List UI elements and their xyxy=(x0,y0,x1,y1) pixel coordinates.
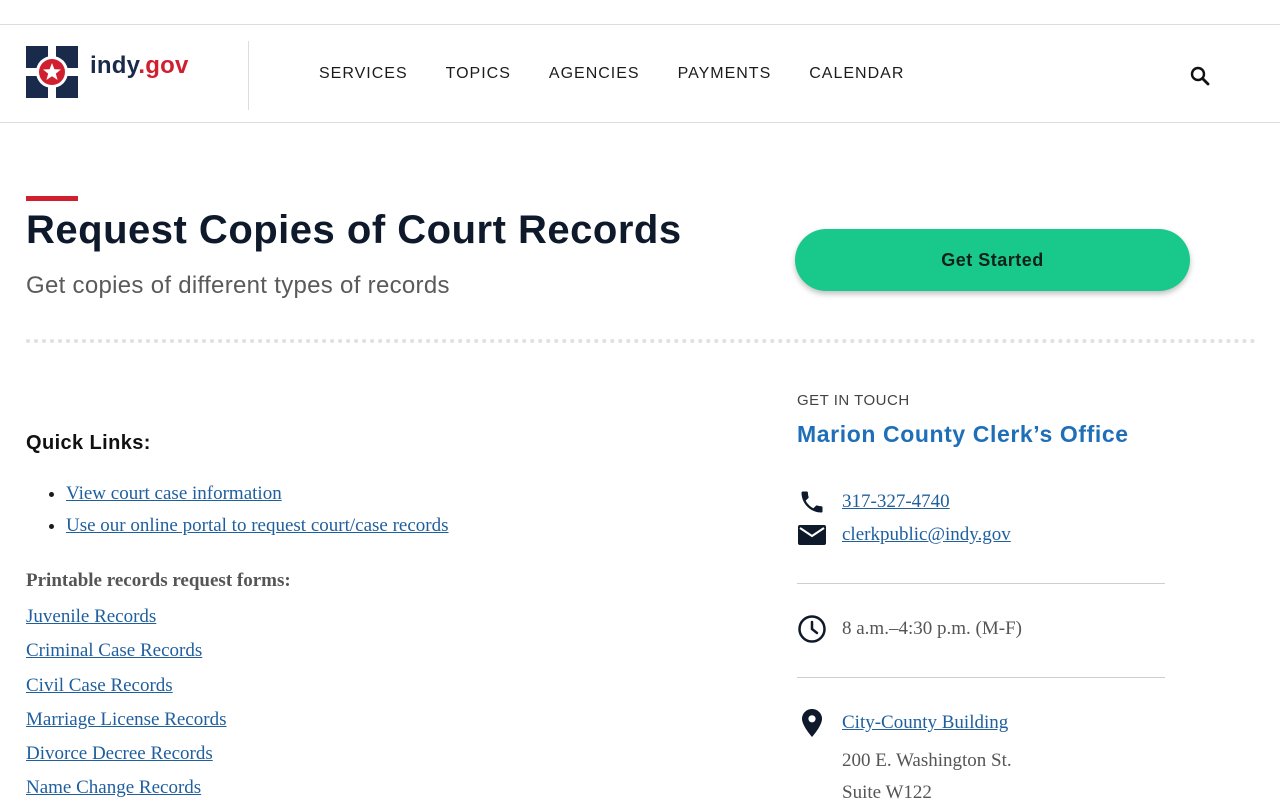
hours-text: 8 a.m.–4:30 p.m. (M-F) xyxy=(842,618,1022,639)
contact-divider xyxy=(797,583,1165,584)
search-icon[interactable] xyxy=(1188,64,1212,88)
location-row: City-County Building xyxy=(797,708,1008,738)
list-item: View court case information xyxy=(66,483,449,505)
nav-services[interactable]: SERVICES xyxy=(319,65,408,83)
phone-row: 317-327-4740 xyxy=(797,487,950,517)
page-title: Request Copies of Court Records xyxy=(26,208,682,252)
site-brand[interactable]: indy.gov xyxy=(90,52,189,80)
contact-divider xyxy=(797,677,1165,678)
address-line-1: 200 E. Washington St. xyxy=(842,750,1012,771)
email-link[interactable]: clerkpublic@indy.gov xyxy=(842,524,1011,546)
page-subtitle: Get copies of different types of records xyxy=(26,272,450,299)
form-link-name-change[interactable]: Name Change Records xyxy=(26,775,226,809)
address-line-2: Suite W122 xyxy=(842,782,932,803)
forms-title: Printable records request forms: xyxy=(26,570,291,591)
list-item: Use our online portal to request court/c… xyxy=(66,515,449,537)
forms-list: Juvenile Records Criminal Case Records C… xyxy=(26,604,226,810)
location-link[interactable]: City-County Building xyxy=(842,712,1008,734)
nav-calendar[interactable]: CALENDAR xyxy=(809,65,904,83)
quick-links-title: Quick Links: xyxy=(26,432,151,454)
phone-icon xyxy=(797,487,827,517)
get-in-touch-label: GET IN TOUCH xyxy=(797,392,910,409)
nav-topics[interactable]: TOPICS xyxy=(446,65,511,83)
site-header: indy.gov SERVICES TOPICS AGENCIES PAYMEN… xyxy=(0,25,1280,123)
title-accent-bar xyxy=(26,196,78,201)
form-link-divorce[interactable]: Divorce Decree Records xyxy=(26,741,226,775)
nav-agencies[interactable]: AGENCIES xyxy=(549,65,640,83)
dotted-divider xyxy=(26,339,1256,343)
clock-icon xyxy=(797,614,827,644)
quick-links-list: View court case information Use our onli… xyxy=(26,483,449,547)
form-link-juvenile[interactable]: Juvenile Records xyxy=(26,604,226,638)
email-icon xyxy=(797,520,827,550)
form-link-criminal[interactable]: Criminal Case Records xyxy=(26,638,226,672)
form-link-civil[interactable]: Civil Case Records xyxy=(26,673,226,707)
get-started-button[interactable]: Get Started xyxy=(795,229,1190,291)
indy-logo-icon[interactable] xyxy=(26,46,78,98)
email-row: clerkpublic@indy.gov xyxy=(797,520,1011,550)
nav-payments[interactable]: PAYMENTS xyxy=(678,65,772,83)
header-divider xyxy=(248,41,249,110)
online-portal-link[interactable]: Use our online portal to request court/c… xyxy=(66,515,449,536)
top-strip xyxy=(0,0,1280,25)
location-pin-icon xyxy=(797,708,827,738)
main-nav: SERVICES TOPICS AGENCIES PAYMENTS CALEND… xyxy=(319,25,904,122)
view-court-case-link[interactable]: View court case information xyxy=(66,483,282,504)
hours-row: 8 a.m.–4:30 p.m. (M-F) xyxy=(797,614,1022,644)
office-name: Marion County Clerk’s Office xyxy=(797,421,1129,447)
form-link-marriage[interactable]: Marriage License Records xyxy=(26,707,226,741)
phone-link[interactable]: 317-327-4740 xyxy=(842,491,950,513)
